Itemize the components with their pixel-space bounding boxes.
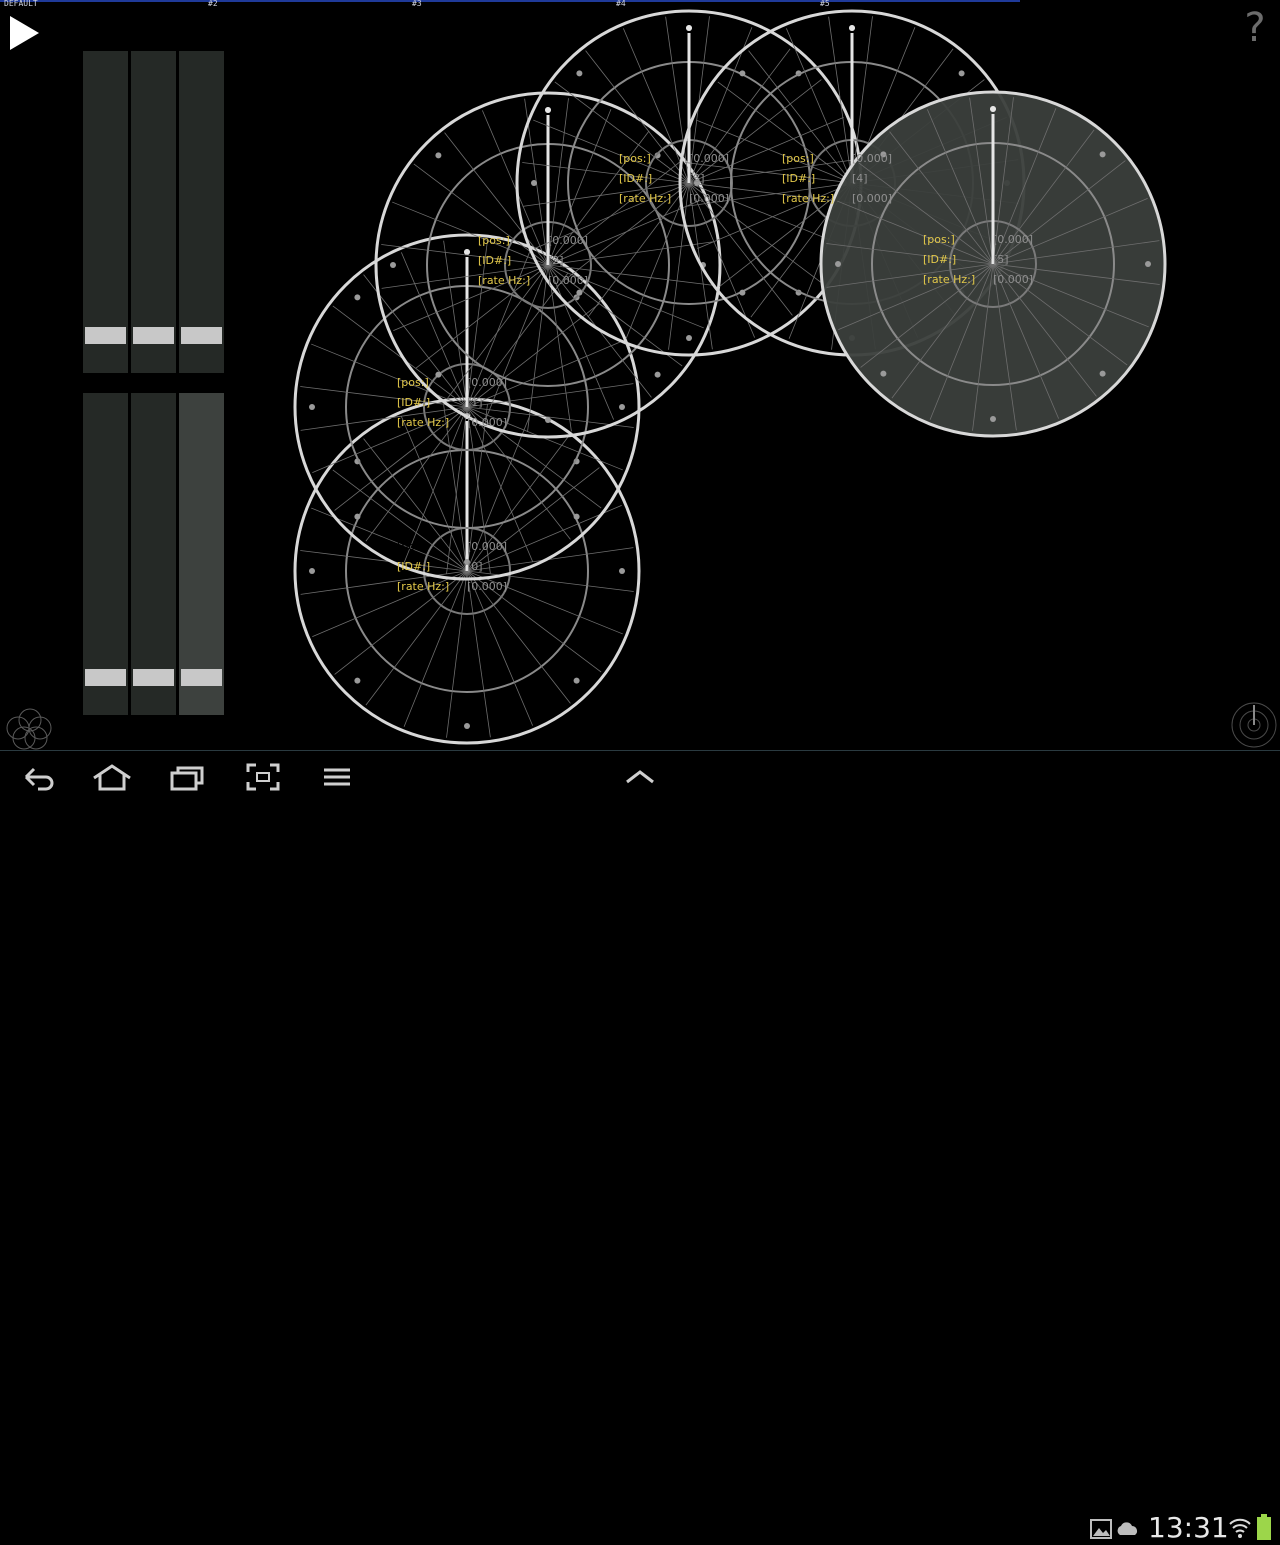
wheel-marker-dot — [1099, 370, 1106, 377]
wheel-hand-tip — [686, 25, 692, 31]
wheel-4-pos-label: [pos:] — [782, 152, 814, 165]
wheel-marker-dot — [739, 70, 746, 77]
wheel-hand-tip — [464, 249, 470, 255]
menu-icon[interactable] — [322, 763, 352, 791]
wheels-canvas — [293, 9, 1167, 745]
wheel-4-rate-label: [rate Hz:] — [782, 192, 835, 205]
wheel-hand-tip — [545, 107, 551, 113]
wheel-5-id-value: [5] — [993, 253, 1009, 266]
wheel-5-id-label: [ID#:] — [923, 253, 957, 266]
wheel-1-id-label: [ID#:] — [397, 396, 431, 409]
wheel-0-id-label: [ID#:] — [397, 560, 431, 573]
wheel-3-pos-value: [0.000] — [689, 152, 730, 165]
back-icon[interactable] — [20, 763, 56, 791]
battery-icon — [1257, 1514, 1271, 1540]
wheel-2-pos-value: [0.000] — [548, 234, 589, 247]
wheel-4-id-label: [ID#:] — [782, 172, 816, 185]
wheel-0-rate-label: [rate Hz:] — [397, 580, 450, 593]
wheel-0-rate-value: [0.000] — [467, 580, 508, 593]
gallery-icon — [1090, 1519, 1112, 1539]
wheel-marker-dot — [309, 404, 315, 410]
wheel-3-id-value: [3] — [689, 172, 705, 185]
wheel-marker-dot — [390, 262, 396, 268]
wheel-marker-dot — [1145, 261, 1151, 267]
wheel-4-rate-value: [0.000] — [852, 192, 893, 205]
wheel-marker-dot — [880, 370, 887, 377]
wheel-marker-dot — [619, 568, 625, 574]
wheel-4-pos-value: [0.000] — [852, 152, 893, 165]
wheel-marker-dot — [739, 289, 746, 296]
wheel-1-pos-label: [pos:] — [397, 376, 429, 389]
wheel-5-pos-label: [pos:] — [923, 233, 955, 246]
wheel-marker-dot — [545, 417, 551, 423]
wheel-hand-tip — [990, 106, 996, 112]
wheel-3-id-label: [ID#:] — [619, 172, 653, 185]
wheel-1-rate-label: [rate Hz:] — [397, 416, 450, 429]
wheel-marker-dot — [573, 677, 580, 684]
wheel-marker-dot — [990, 416, 996, 422]
wheel-marker-dot — [531, 180, 537, 186]
wheels-overview-icon[interactable] — [4, 706, 54, 752]
wheel-marker-dot — [435, 371, 442, 378]
screenshot-icon[interactable] — [246, 763, 280, 791]
wifi-icon — [1229, 1518, 1251, 1538]
wheel-detail-icon[interactable] — [1228, 700, 1280, 750]
wheel-marker-dot — [835, 261, 841, 267]
wheel-marker-dot — [435, 152, 442, 159]
wheel-marker-dot — [354, 677, 361, 684]
wheel-marker-dot — [1099, 151, 1106, 158]
wheel-5-rate-label: [rate Hz:] — [923, 273, 976, 286]
wheel-5-pos-value: [0.000] — [993, 233, 1034, 246]
wheel-2-pos-label: [pos:] — [478, 234, 510, 247]
wheel-2-id-label: [ID#:] — [478, 254, 512, 267]
wheel-3-rate-label: [rate Hz:] — [619, 192, 672, 205]
wheel-0-id-value: [0] — [467, 560, 483, 573]
wheel-marker-dot — [573, 513, 580, 520]
wheel-marker-dot — [354, 294, 361, 301]
wheel-0-pos-value: [0.000] — [467, 540, 508, 553]
wheel-0-pos-label: [pos:] — [397, 540, 429, 553]
wheel-4-id-value: [4] — [852, 172, 868, 185]
wheel-marker-dot — [464, 723, 470, 729]
wheel-2-id-value: [2] — [548, 254, 564, 267]
status-clock: 13:31 — [1148, 1511, 1229, 1544]
wheel-marker-dot — [354, 513, 361, 520]
wheel-marker-dot — [686, 335, 692, 341]
wheel-marker-dot — [309, 568, 315, 574]
wheel-3-pos-label: [pos:] — [619, 152, 651, 165]
wheel-1-rate-value: [0.000] — [467, 416, 508, 429]
system-nav-bar: 13:31 — [0, 750, 1280, 1544]
wheel-1-pos-value: [0.000] — [467, 376, 508, 389]
cloud-icon — [1117, 1522, 1137, 1535]
wheel-marker-dot — [654, 371, 661, 378]
wheel-marker-dot — [619, 404, 625, 410]
wheel-5-rate-value: [0.000] — [993, 273, 1034, 286]
wheel-2-rate-label: [rate Hz:] — [478, 274, 531, 287]
wheel-3-rate-value: [0.000] — [689, 192, 730, 205]
wheel-marker-dot — [576, 70, 583, 77]
recent-apps-icon[interactable] — [170, 763, 206, 791]
wheel-1-id-value: [1] — [467, 396, 483, 409]
wheel-2-rate-value: [0.000] — [548, 274, 589, 287]
wheel-marker-dot — [958, 70, 965, 77]
chevron-up-icon[interactable] — [624, 763, 656, 791]
home-icon[interactable] — [92, 763, 132, 791]
app-canvas: DEFAULT #2 #3 #4 #5 ? [pos:] [ID#:] [rat… — [0, 0, 1280, 750]
wheel-hand-tip — [849, 25, 855, 31]
